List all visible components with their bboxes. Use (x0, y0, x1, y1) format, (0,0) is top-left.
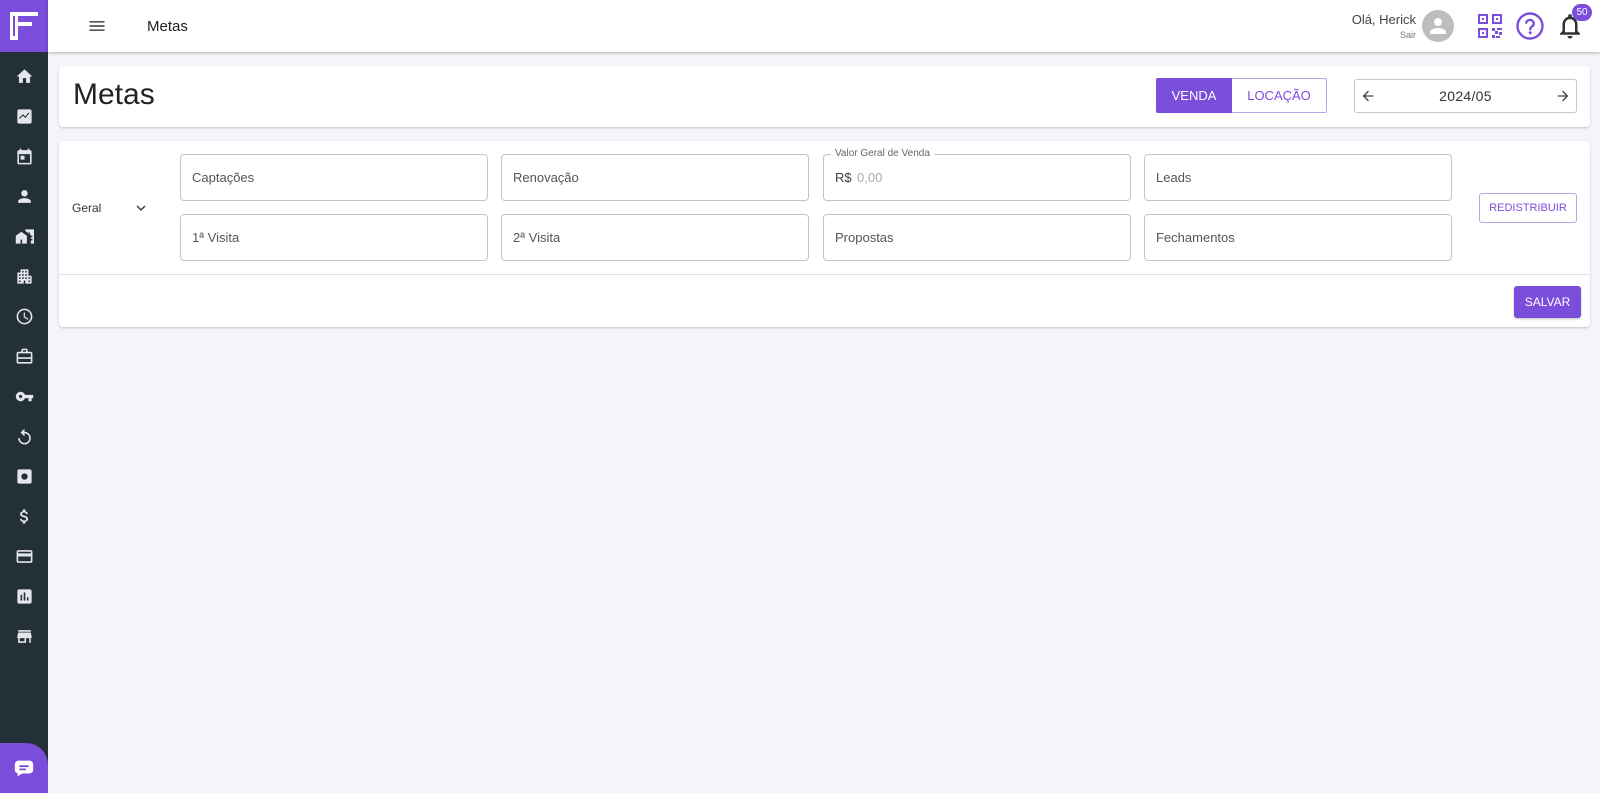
chat-button[interactable] (0, 743, 48, 793)
sidebar-item-settings[interactable] (0, 456, 48, 496)
qr-code-icon (1478, 14, 1502, 38)
person-icon (17, 189, 31, 203)
notification-badge: 50 (1572, 4, 1592, 21)
bar-chart-icon (16, 588, 32, 604)
valor-geral-venda-label: Valor Geral de Venda (831, 148, 934, 159)
previous-month-button[interactable] (1359, 87, 1377, 105)
sidebar-item-buildings[interactable] (0, 256, 48, 296)
logo-icon (10, 12, 38, 40)
first-visit-field[interactable]: 1ª Visita (180, 214, 488, 261)
user-avatar-icon (1430, 18, 1446, 34)
renovacao-field[interactable]: Renovação (501, 154, 809, 201)
topbar-user-area: Olá, Herick Sair 50 (1352, 0, 1592, 52)
month-picker: 2024/05 (1354, 79, 1577, 113)
home-icon (16, 68, 32, 83)
calendar-icon (16, 148, 32, 164)
sidebar-item-finance[interactable] (0, 496, 48, 536)
help-button[interactable] (1514, 10, 1546, 42)
sidebar-item-home[interactable] (0, 56, 48, 96)
user-name: Olá, Herick (1351, 12, 1416, 28)
menu-icon (89, 21, 105, 31)
sidebar-item-dashboard[interactable] (0, 96, 48, 136)
app-logo[interactable] (0, 0, 48, 52)
sidebar-item-keys[interactable] (0, 376, 48, 416)
captacoes-field[interactable]: Captações (180, 154, 488, 201)
second-visit-placeholder: 2ª Visita (513, 230, 561, 245)
scope-select[interactable]: Geral (72, 196, 150, 220)
qr-code-button[interactable] (1474, 10, 1506, 42)
toggle-sale-button[interactable]: VENDA (1156, 78, 1232, 113)
briefcase-icon (16, 348, 32, 364)
sidebar-item-payments[interactable] (0, 536, 48, 576)
chat-icon (14, 760, 34, 777)
refresh-icon (17, 428, 31, 444)
first-visit-placeholder: 1ª Visita (192, 230, 240, 245)
sidebar-item-clients[interactable] (0, 176, 48, 216)
arrow-right-icon (1557, 90, 1569, 102)
chevron-down-icon (136, 205, 146, 211)
user-greeting: Olá, Herick Sair (1352, 11, 1416, 40)
renovacao-placeholder: Renovação (513, 170, 579, 185)
sidebar-item-renewals[interactable] (0, 416, 48, 456)
clock-icon (16, 308, 32, 324)
sidebar-item-calendar[interactable] (0, 136, 48, 176)
trending-up-icon (16, 108, 32, 124)
leads-field[interactable]: Leads (1144, 154, 1452, 201)
sidebar-item-properties[interactable] (0, 216, 48, 256)
page-title: Metas (73, 78, 155, 111)
sidebar-item-history[interactable] (0, 296, 48, 336)
fechamentos-field[interactable]: Fechamentos (1144, 214, 1452, 261)
second-visit-field[interactable]: 2ª Visita (501, 214, 809, 261)
page-header-card: Metas VENDA LOCAÇÃO 2024/05 (59, 66, 1590, 127)
notifications-button[interactable]: 50 (1554, 4, 1592, 42)
selected-month[interactable]: 2024/05 (1439, 88, 1492, 104)
redistribute-button[interactable]: REDISTRIBUIR (1479, 193, 1577, 223)
sidebar-item-store[interactable] (0, 616, 48, 656)
building-icon (16, 268, 32, 284)
settings-box-icon (16, 468, 32, 484)
sidebar-item-reports[interactable] (0, 576, 48, 616)
captacoes-placeholder: Captações (192, 170, 255, 185)
topbar: Metas Olá, Herick Sair 50 (48, 0, 1600, 52)
houses-icon (15, 228, 34, 244)
logout-link[interactable]: Sair (1352, 30, 1416, 41)
leads-placeholder: Leads (1156, 170, 1192, 185)
valor-geral-venda-field[interactable]: Valor Geral de Venda R$ 0,00 (823, 148, 1131, 201)
propostas-placeholder: Propostas (835, 230, 894, 245)
card-divider (59, 274, 1590, 275)
menu-toggle-button[interactable] (87, 16, 107, 36)
help-icon (1516, 12, 1544, 40)
goals-card: Geral Captações Renovação Valor Geral de… (59, 141, 1590, 327)
avatar[interactable] (1422, 10, 1454, 42)
scope-select-value: Geral (72, 201, 102, 215)
valor-geral-venda-placeholder: 0,00 (857, 170, 883, 185)
arrow-left-icon (1362, 90, 1374, 102)
toggle-rent-button[interactable]: LOCAÇÃO (1232, 78, 1327, 113)
key-icon (15, 391, 33, 401)
fechamentos-placeholder: Fechamentos (1156, 230, 1235, 245)
topbar-title: Metas (147, 17, 188, 35)
sidebar-item-business[interactable] (0, 336, 48, 376)
store-icon (16, 629, 32, 643)
currency-prefix: R$ (835, 170, 852, 185)
business-type-toggle: VENDA LOCAÇÃO (1156, 78, 1327, 113)
credit-card-icon (16, 549, 32, 563)
save-button[interactable]: SALVAR (1514, 286, 1581, 318)
propostas-field[interactable]: Propostas (823, 214, 1131, 261)
dollar-icon (19, 508, 28, 524)
sidebar (0, 0, 48, 793)
next-month-button[interactable] (1554, 87, 1572, 105)
